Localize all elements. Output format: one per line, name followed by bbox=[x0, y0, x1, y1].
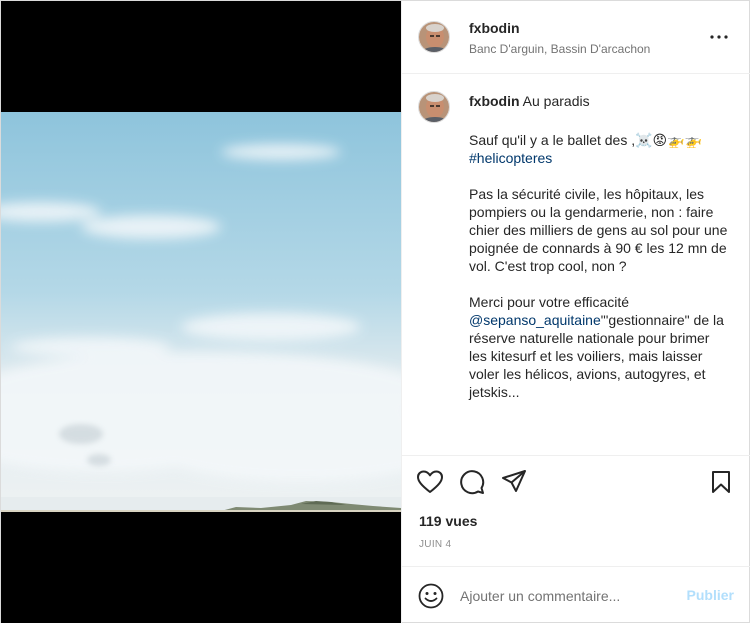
caption-section: fxbodin Au paradis Sauf qu'il y a le bal… bbox=[402, 75, 750, 455]
sky-photo bbox=[1, 112, 401, 512]
hashtag-link[interactable]: #helicopteres bbox=[469, 150, 552, 166]
action-bar: 119 vues JUIN 4 bbox=[402, 455, 750, 566]
smiley-icon[interactable] bbox=[418, 583, 444, 609]
caption-title: Au paradis bbox=[522, 93, 590, 109]
comment-icon[interactable] bbox=[458, 468, 486, 496]
post-media[interactable] bbox=[1, 1, 401, 623]
post-sidebar: fxbodin Banc D'arguin, Bassin D'arcachon bbox=[401, 1, 750, 623]
comment-input[interactable] bbox=[460, 585, 680, 607]
mention-link[interactable]: @sepanso_aquitaine bbox=[469, 312, 601, 328]
post-date[interactable]: JUIN 4 bbox=[419, 539, 451, 550]
post-header: fxbodin Banc D'arguin, Bassin D'arcachon bbox=[402, 1, 750, 74]
avatar[interactable] bbox=[418, 91, 450, 123]
publish-button[interactable]: Publier bbox=[687, 587, 734, 603]
caption-paragraph: Pas la sécurité civile, les hôpitaux, le… bbox=[469, 186, 728, 274]
post-dialog: fxbodin Banc D'arguin, Bassin D'arcachon bbox=[0, 0, 750, 623]
caption-text: fxbodin Au paradis Sauf qu'il y a le bal… bbox=[469, 92, 729, 419]
location-link[interactable]: Banc D'arguin, Bassin D'arcachon bbox=[469, 42, 650, 56]
caption-username[interactable]: fxbodin bbox=[469, 93, 520, 109]
caption-paragraph: Merci pour votre efficacité bbox=[469, 294, 630, 310]
heart-icon[interactable] bbox=[416, 468, 444, 496]
more-options-icon[interactable] bbox=[707, 25, 731, 49]
caption-line: Sauf qu'il y a le ballet des , bbox=[469, 132, 636, 148]
bookmark-icon[interactable] bbox=[707, 468, 735, 496]
avatar[interactable] bbox=[418, 21, 450, 53]
username[interactable]: fxbodin bbox=[469, 20, 520, 36]
emoji-sequence: ☠️😡🚁🚁 bbox=[635, 132, 702, 148]
view-count[interactable]: 119 vues bbox=[419, 513, 477, 529]
add-comment-bar: Publier bbox=[402, 566, 750, 623]
paper-plane-icon[interactable] bbox=[500, 468, 528, 496]
